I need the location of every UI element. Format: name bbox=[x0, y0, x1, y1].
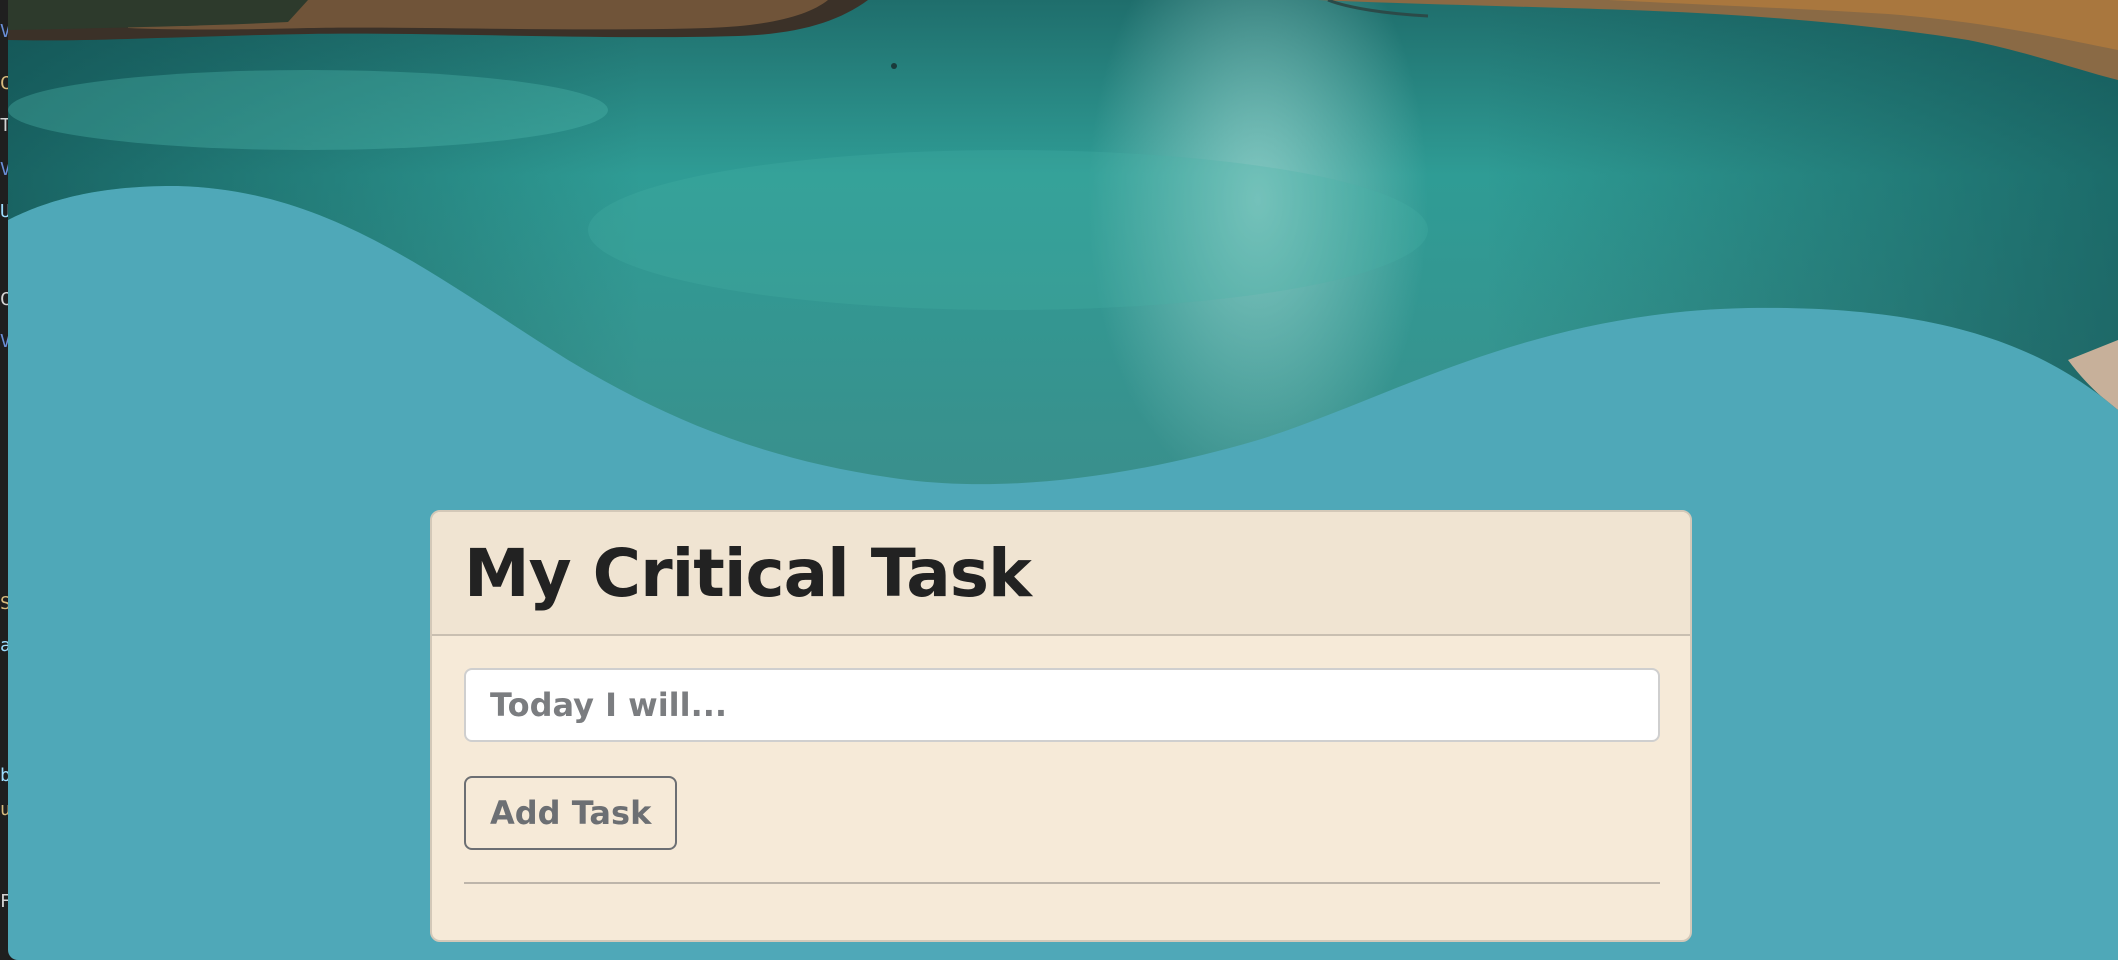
page-title: My Critical Task bbox=[464, 534, 1032, 612]
gutter-glyph: u bbox=[0, 800, 8, 820]
gutter-glyph: C bbox=[0, 74, 8, 94]
hero-landscape-image bbox=[8, 0, 2118, 500]
gutter-glyph: b bbox=[0, 766, 8, 786]
card-header: My Critical Task bbox=[432, 512, 1690, 636]
add-task-button[interactable]: Add Task bbox=[464, 776, 678, 850]
task-input[interactable] bbox=[464, 668, 1660, 742]
gutter-glyph: C bbox=[0, 290, 8, 310]
task-card: My Critical Task Add Task bbox=[430, 510, 1692, 942]
gutter-glyph: V bbox=[0, 332, 8, 352]
card-body: Add Task bbox=[432, 636, 1690, 884]
gutter-glyph: T bbox=[0, 116, 8, 136]
gutter-glyph: V bbox=[0, 160, 8, 180]
app-window: My Critical Task Add Task bbox=[8, 0, 2118, 960]
editor-gutter: V C T V U C V S a b u F bbox=[0, 0, 8, 960]
gutter-glyph: S bbox=[0, 594, 8, 614]
divider bbox=[464, 882, 1660, 884]
gutter-glyph: F bbox=[0, 892, 8, 912]
gutter-glyph: a bbox=[0, 636, 8, 656]
gutter-glyph: V bbox=[0, 22, 8, 42]
gutter-glyph: U bbox=[0, 202, 8, 222]
